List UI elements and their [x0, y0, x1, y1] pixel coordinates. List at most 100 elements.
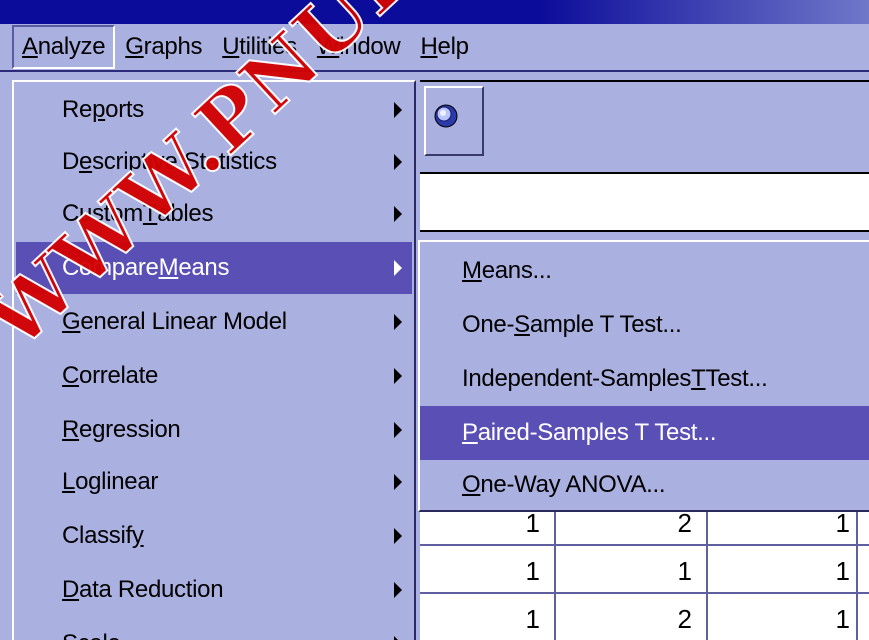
grid-cell[interactable]: 1: [810, 604, 850, 635]
menu-window-mnemonic: W: [316, 33, 340, 60]
data-grid: 1 2 1 1 1 1 1 2 1: [420, 506, 869, 640]
submenu-item-label: One-: [462, 311, 515, 338]
analyze-item-label: ables: [157, 200, 214, 227]
analyze-item-mnemonic: R: [62, 416, 80, 443]
grid-cell[interactable]: 1: [652, 556, 692, 587]
submenu-arrow-icon: [394, 154, 402, 170]
submenu-item-paired-samples-t-test[interactable]: Paired-Samples T Test...: [420, 406, 869, 460]
analyze-item-reports[interactable]: Re p orts: [16, 84, 412, 136]
submenu-arrow-icon: [394, 422, 402, 438]
analyze-item-label: Scale: [62, 630, 121, 640]
analyze-item-descriptive-statistics[interactable]: De scriptive Statistics: [16, 136, 412, 188]
analyze-item-regression[interactable]: Regression: [16, 404, 412, 456]
grid-cell[interactable]: 1: [810, 556, 850, 587]
value-labels-icon: [434, 104, 458, 128]
submenu-arrow-icon: [394, 314, 402, 330]
toolbar-button[interactable]: [424, 86, 484, 156]
submenu-item-mnemonic: O: [462, 471, 481, 498]
submenu-item-means[interactable]: Means...: [420, 244, 869, 298]
submenu-arrow-icon: [394, 260, 402, 276]
grid-cell[interactable]: 1: [500, 508, 540, 539]
menu-window-label: indow: [339, 33, 401, 60]
analyze-item-label: orrelate: [79, 362, 159, 389]
analyze-item-mnemonic: p: [92, 96, 106, 123]
analyze-item-mnemonic: M: [158, 254, 179, 281]
analyze-item-label: Compare: [62, 254, 159, 281]
analyze-item-label: D: [62, 148, 80, 175]
analyze-item-label: scriptive Statistics: [92, 148, 277, 175]
submenu-arrow-icon: [394, 368, 402, 384]
grid-column-divider: [856, 506, 858, 640]
submenu-item-independent-samples-t-test[interactable]: Independent-Samples T Test...: [420, 352, 869, 406]
toolbar: [420, 80, 869, 162]
analyze-item-mnemonic: y: [131, 522, 144, 549]
menu-utilities-mnemonic: U: [222, 33, 240, 60]
menu-help-mnemonic: H: [420, 33, 438, 60]
analyze-item-label: oglinear: [75, 468, 159, 495]
menu-help-label: elp: [437, 33, 469, 60]
analyze-item-label: egression: [79, 416, 181, 443]
analyze-item-label: Custom: [62, 200, 143, 227]
grid-cell[interactable]: 1: [500, 556, 540, 587]
analyze-item-loglinear[interactable]: Loglinear: [16, 456, 412, 508]
grid-cell[interactable]: 1: [500, 604, 540, 635]
menu-utilities[interactable]: Utilities: [212, 27, 307, 67]
submenu-item-label: ne-Way ANOVA...: [480, 471, 666, 498]
submenu-item-one-way-anova[interactable]: One-Way ANOVA...: [420, 458, 869, 512]
analyze-item-mnemonic: e: [79, 148, 93, 175]
analyze-item-mnemonic: D: [62, 576, 80, 603]
menu-analyze[interactable]: Analyze: [12, 25, 116, 69]
analyze-item-general-linear-model[interactable]: General Linear Model: [16, 296, 412, 348]
analyze-item-label: Classif: [62, 522, 132, 549]
analyze-item-mnemonic: T: [142, 200, 158, 227]
menu-analyze-mnemonic: A: [22, 33, 38, 60]
submenu-arrow-icon: [394, 474, 402, 490]
cell-editor-bar[interactable]: [420, 172, 869, 232]
grid-row-divider: [420, 592, 869, 594]
grid-column-divider: [706, 506, 708, 640]
submenu-item-mnemonic: M: [462, 257, 482, 284]
compare-means-submenu: Means... One- Sample T Test... Independen…: [418, 240, 869, 512]
analyze-item-compare-means[interactable]: Compare Means: [16, 242, 412, 294]
submenu-arrow-icon: [394, 582, 402, 598]
menu-utilities-label: tilities: [239, 33, 297, 60]
submenu-item-mnemonic: T: [691, 365, 706, 392]
analyze-item-mnemonic: G: [62, 308, 81, 335]
analyze-item-label: orts: [105, 96, 144, 123]
menu-window[interactable]: Window: [307, 27, 411, 67]
grid-column-divider: [554, 506, 556, 640]
analyze-item-data-reduction[interactable]: Data Reduction: [16, 564, 412, 616]
grid-cell[interactable]: 2: [652, 508, 692, 539]
analyze-item-correlate[interactable]: Correlate: [16, 350, 412, 402]
submenu-item-label: eans...: [481, 257, 552, 284]
submenu-item-label: aired-Samples T Test...: [477, 419, 717, 446]
submenu-item-label: Test...: [705, 365, 768, 392]
submenu-arrow-icon: [394, 636, 402, 640]
menu-bar: Analyze Graphs Utilities Window Help: [0, 24, 869, 72]
submenu-arrow-icon: [394, 528, 402, 544]
analyze-item-label: ata Reduction: [79, 576, 224, 603]
submenu-item-label: Independent-Samples: [462, 365, 692, 392]
analyze-item-scale[interactable]: Scale: [16, 618, 412, 640]
menu-analyze-label: nalyze: [37, 33, 106, 60]
title-bar-gradient: [540, 0, 869, 24]
submenu-arrow-icon: [394, 206, 402, 222]
analyze-menu: Re p orts De scriptive Statistics Custom Ta…: [12, 80, 416, 640]
analyze-item-mnemonic: L: [62, 468, 76, 495]
analyze-item-mnemonic: C: [62, 362, 80, 389]
grid-cell[interactable]: 1: [810, 508, 850, 539]
submenu-item-mnemonic: S: [514, 311, 530, 338]
grid-cell[interactable]: 2: [652, 604, 692, 635]
menu-graphs[interactable]: Graphs: [115, 27, 212, 67]
analyze-item-custom-tables[interactable]: Custom Tables: [16, 188, 412, 240]
analyze-item-label: eneral Linear Model: [80, 308, 287, 335]
menu-graphs-label: raphs: [143, 33, 203, 60]
submenu-item-label: ample T Test...: [529, 311, 682, 338]
grid-row-divider: [420, 544, 869, 546]
submenu-item-one-sample-t-test[interactable]: One- Sample T Test...: [420, 298, 869, 352]
analyze-item-label: eans: [178, 254, 230, 281]
menu-graphs-mnemonic: G: [125, 33, 144, 60]
menu-help[interactable]: Help: [410, 27, 478, 67]
analyze-item-classify[interactable]: Classif y: [16, 510, 412, 562]
submenu-arrow-icon: [394, 102, 402, 118]
